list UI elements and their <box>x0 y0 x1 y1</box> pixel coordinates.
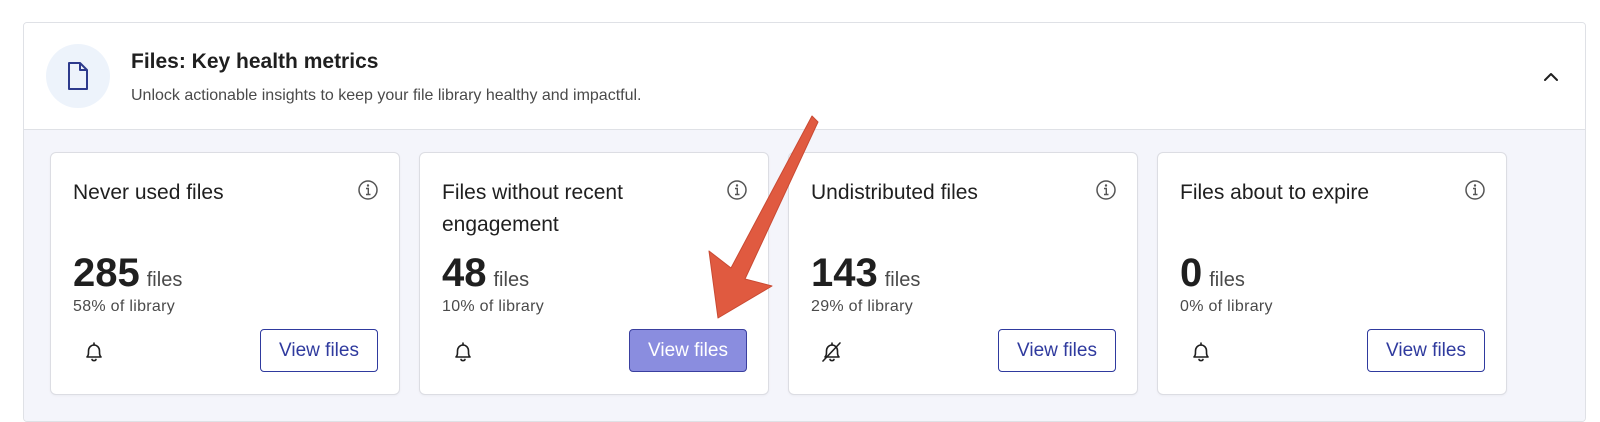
health-metrics-panel: Files: Key health metrics Unlock actiona… <box>23 22 1586 422</box>
card-title: Files without recent engagement <box>442 181 623 236</box>
metric-percent: 0% of library <box>1180 298 1273 315</box>
metric-unit: files <box>884 269 921 291</box>
info-icon[interactable] <box>1464 179 1486 201</box>
metric-percent: 58% of library <box>73 298 176 315</box>
metric: 48 files <box>442 251 529 296</box>
info-icon[interactable] <box>726 179 748 201</box>
bell-icon[interactable] <box>1188 339 1214 365</box>
metric: 143 files <box>811 251 920 296</box>
bell-off-icon[interactable] <box>819 339 845 365</box>
panel-title: Files: Key health metrics <box>131 50 379 73</box>
metric-unit: files <box>146 269 183 291</box>
card-title: Never used files <box>73 181 224 204</box>
metric-percent: 29% of library <box>811 298 914 315</box>
metric-value: 48 <box>442 251 487 295</box>
metric-unit: files <box>493 269 530 291</box>
metrics-cards-area: Never used files 285 files 58% of librar… <box>24 130 1585 421</box>
card-never-used-files: Never used files 285 files 58% of librar… <box>50 152 400 395</box>
info-icon[interactable] <box>1095 179 1117 201</box>
card-undistributed-files: Undistributed files 143 files 29% of lib… <box>788 152 1138 395</box>
metric: 0 files <box>1180 251 1245 296</box>
info-icon[interactable] <box>357 179 379 201</box>
file-icon <box>46 44 110 108</box>
panel-header: Files: Key health metrics Unlock actiona… <box>24 23 1585 130</box>
bell-icon[interactable] <box>450 339 476 365</box>
view-files-button[interactable]: View files <box>260 329 378 372</box>
card-title: Undistributed files <box>811 181 978 204</box>
metric-percent: 10% of library <box>442 298 545 315</box>
card-files-about-to-expire: Files about to expire 0 files 0% of libr… <box>1157 152 1507 395</box>
bell-icon[interactable] <box>81 339 107 365</box>
metric: 285 files <box>73 251 182 296</box>
metric-value: 285 <box>73 251 140 295</box>
metric-value: 143 <box>811 251 878 295</box>
card-title: Files about to expire <box>1180 181 1370 204</box>
card-files-without-recent-engagement: Files without recent engagement 48 files… <box>419 152 769 395</box>
metric-value: 0 <box>1180 251 1203 295</box>
chevron-up-icon[interactable] <box>1537 63 1565 91</box>
metric-unit: files <box>1209 269 1245 291</box>
view-files-button[interactable]: View files <box>998 329 1116 372</box>
view-files-button[interactable]: View files <box>1367 329 1485 372</box>
panel-subtitle: Unlock actionable insights to keep your … <box>131 87 642 104</box>
view-files-button[interactable]: View files <box>629 329 747 372</box>
